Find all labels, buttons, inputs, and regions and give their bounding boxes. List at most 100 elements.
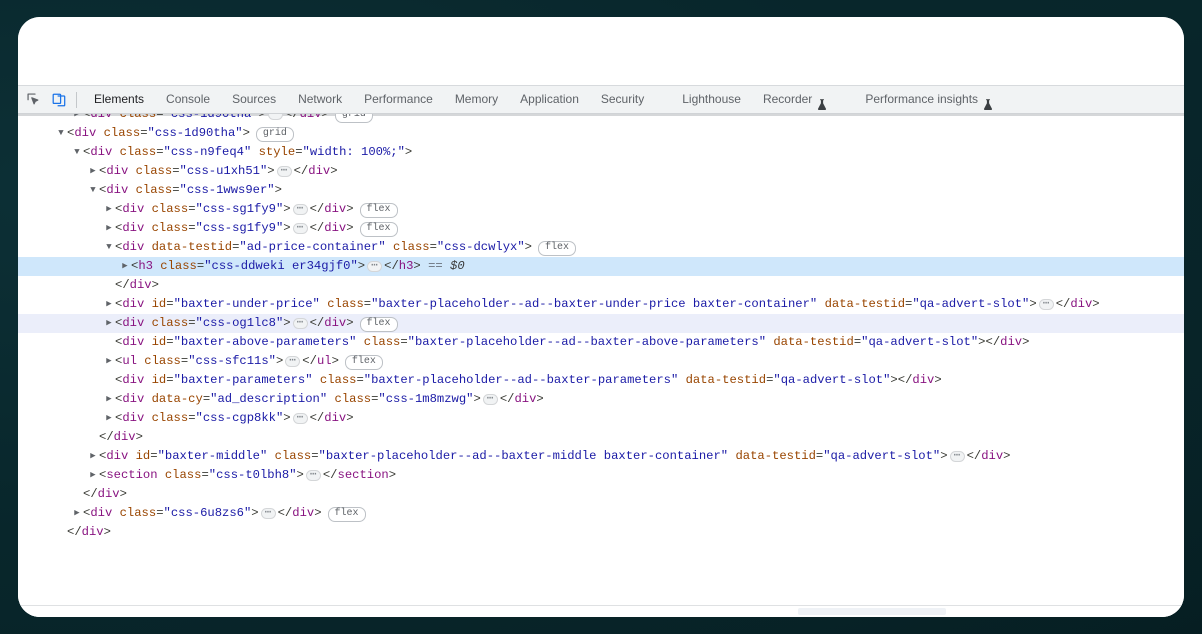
- token-val: "css-1d90tha": [148, 126, 243, 140]
- disclosure-triangle-collapsed[interactable]: ▶: [120, 257, 130, 276]
- dom-tree-row[interactable]: ▶<div class="css-u1xh51">⋯</div>: [18, 162, 1184, 181]
- collapsed-children-ellipsis[interactable]: ⋯: [285, 356, 300, 367]
- page-viewport-blank-area: [18, 17, 1184, 85]
- token-val: "css-n9feq4": [164, 145, 252, 159]
- dom-tree-row[interactable]: ▶<div id="baxter-middle" class="baxter-p…: [18, 447, 1184, 466]
- token-attr: class: [327, 297, 364, 311]
- dom-tree-row[interactable]: ▶<div class="css-sg1fy9">⋯</div>flex: [18, 219, 1184, 238]
- collapsed-children-ellipsis[interactable]: ⋯: [293, 223, 308, 234]
- tab-label: Application: [520, 86, 579, 113]
- layout-badge-flex[interactable]: flex: [360, 317, 398, 332]
- dom-tree-row[interactable]: <div id="baxter-above-parameters" class=…: [18, 333, 1184, 352]
- dom-tree-row[interactable]: </div>: [18, 428, 1184, 447]
- collapsed-children-ellipsis[interactable]: ⋯: [367, 261, 382, 272]
- layout-badge-grid[interactable]: grid: [335, 114, 373, 123]
- token-attr: id: [152, 335, 167, 349]
- dom-tree-row[interactable]: ▶<div class="css-og1lc8">⋯</div>flex: [18, 314, 1184, 333]
- disclosure-triangle-collapsed[interactable]: ▶: [88, 447, 98, 466]
- disclosure-triangle-collapsed[interactable]: ▶: [104, 409, 114, 428]
- dom-tree-row[interactable]: </div>: [18, 523, 1184, 542]
- disclosure-triangle-expanded[interactable]: ▼: [88, 181, 98, 200]
- dom-tree-row[interactable]: ▶<div class="css-sg1fy9">⋯</div>flex: [18, 200, 1184, 219]
- dom-tree-row[interactable]: ▶<div class="css-cgp8kk">⋯</div>: [18, 409, 1184, 428]
- tab-performance-insights[interactable]: Performance insights: [854, 86, 1004, 113]
- disclosure-triangle-collapsed[interactable]: ▶: [104, 219, 114, 238]
- disclosure-triangle-collapsed[interactable]: ▶: [104, 295, 114, 314]
- disclosure-triangle-collapsed[interactable]: ▶: [104, 390, 114, 409]
- tab-memory[interactable]: Memory: [444, 86, 509, 113]
- dom-tree-row[interactable]: ▼<div class="css-n9feq4" style="width: 1…: [18, 143, 1184, 162]
- collapsed-children-ellipsis[interactable]: ⋯: [306, 470, 321, 481]
- collapsed-children-ellipsis[interactable]: ⋯: [950, 451, 965, 462]
- token-attr: data-testid: [825, 297, 905, 311]
- layout-badge-flex[interactable]: flex: [360, 203, 398, 218]
- collapsed-children-ellipsis[interactable]: ⋯: [483, 394, 498, 405]
- dom-tree-row[interactable]: ▶<div class="css-1d90tha">⋯</div>grid: [18, 114, 1184, 124]
- experiment-flask-icon: [983, 94, 993, 106]
- elements-dom-tree-container[interactable]: ▶<div class="css-1d90tha">⋯</div>grid▼<d…: [18, 114, 1184, 617]
- collapsed-children-ellipsis[interactable]: ⋯: [293, 413, 308, 424]
- dom-tree-row[interactable]: </div>: [18, 276, 1184, 295]
- collapsed-children-ellipsis[interactable]: ⋯: [1039, 299, 1054, 310]
- token-val: "qa-advert-slot": [773, 373, 890, 387]
- dom-tree-row[interactable]: ▶<div data-cy="ad_description" class="cs…: [18, 390, 1184, 409]
- horizontal-scrollbar-track[interactable]: [18, 605, 1184, 617]
- collapsed-children-ellipsis[interactable]: ⋯: [293, 318, 308, 329]
- tab-lighthouse[interactable]: Lighthouse: [671, 86, 752, 113]
- token-val: "css-1m8mzwg": [378, 392, 473, 406]
- layout-badge-flex[interactable]: flex: [360, 222, 398, 237]
- token-attr: class: [136, 183, 173, 197]
- tab-security[interactable]: Security: [590, 86, 655, 113]
- dom-tree-row[interactable]: ▼<div class="css-1d90tha">grid: [18, 124, 1184, 143]
- disclosure-triangle-collapsed[interactable]: ▶: [72, 504, 82, 523]
- disclosure-triangle-expanded[interactable]: ▼: [104, 238, 114, 257]
- dom-tree-row[interactable]: ▶<h3 class="css-ddweki er34gjf0">⋯</h3> …: [18, 257, 1184, 276]
- token-attr: class: [152, 221, 189, 235]
- tab-sources[interactable]: Sources: [221, 86, 287, 113]
- collapsed-children-ellipsis[interactable]: ⋯: [268, 114, 283, 120]
- disclosure-triangle-collapsed[interactable]: ▶: [72, 114, 82, 124]
- dom-tree-row[interactable]: ▶<div id="baxter-under-price" class="bax…: [18, 295, 1184, 314]
- token-attr: class: [120, 145, 157, 159]
- dom-tree-row[interactable]: ▶<ul class="css-sfc11s">⋯</ul>flex: [18, 352, 1184, 371]
- dom-tree-row[interactable]: ▶<div class="css-6u8zs6">⋯</div>flex: [18, 504, 1184, 523]
- inspect-element-icon[interactable]: [20, 87, 46, 112]
- dom-tree-row[interactable]: <div id="baxter-parameters" class="baxte…: [18, 371, 1184, 390]
- disclosure-triangle-collapsed[interactable]: ▶: [104, 200, 114, 219]
- token-punc: >: [297, 468, 304, 482]
- disclosure-triangle-expanded[interactable]: ▼: [72, 143, 82, 162]
- dom-tree-row[interactable]: ▼<div class="css-1wws9er">: [18, 181, 1184, 200]
- collapsed-children-ellipsis[interactable]: ⋯: [261, 508, 276, 519]
- tab-network[interactable]: Network: [287, 86, 353, 113]
- token-attr: class: [275, 449, 312, 463]
- disclosure-triangle-collapsed[interactable]: ▶: [88, 162, 98, 181]
- collapsed-children-ellipsis[interactable]: ⋯: [277, 166, 292, 177]
- disclosure-triangle-expanded[interactable]: ▼: [56, 124, 66, 143]
- device-toolbar-icon[interactable]: [46, 87, 72, 112]
- tab-elements[interactable]: Elements: [83, 86, 155, 113]
- devtools-panel: ElementsConsoleSourcesNetworkPerformance…: [18, 85, 1184, 617]
- layout-badge-grid[interactable]: grid: [256, 127, 294, 142]
- layout-badge-flex[interactable]: flex: [328, 507, 366, 522]
- dom-tree-row[interactable]: ▶<section class="css-t0lbh8">⋯</section>: [18, 466, 1184, 485]
- token-attr: class: [393, 240, 430, 254]
- tab-label: Lighthouse: [682, 86, 741, 113]
- tab-recorder[interactable]: Recorder: [752, 86, 838, 113]
- tab-performance[interactable]: Performance: [353, 86, 444, 113]
- token-punc: >: [1029, 297, 1036, 311]
- token-tag: div: [98, 487, 120, 501]
- dom-tree-row[interactable]: </div>: [18, 485, 1184, 504]
- token-tag: div: [122, 392, 144, 406]
- dom-tree-row[interactable]: ▼<div data-testid="ad-price-container" c…: [18, 238, 1184, 257]
- disclosure-triangle-collapsed[interactable]: ▶: [104, 314, 114, 333]
- tab-label: Performance insights: [865, 86, 978, 113]
- disclosure-triangle-collapsed[interactable]: ▶: [88, 466, 98, 485]
- horizontal-scrollbar-thumb[interactable]: [798, 608, 946, 615]
- layout-badge-flex[interactable]: flex: [538, 241, 576, 256]
- token-punc: >: [275, 183, 282, 197]
- collapsed-children-ellipsis[interactable]: ⋯: [293, 204, 308, 215]
- tab-console[interactable]: Console: [155, 86, 221, 113]
- tab-application[interactable]: Application: [509, 86, 590, 113]
- disclosure-triangle-collapsed[interactable]: ▶: [104, 352, 114, 371]
- layout-badge-flex[interactable]: flex: [345, 355, 383, 370]
